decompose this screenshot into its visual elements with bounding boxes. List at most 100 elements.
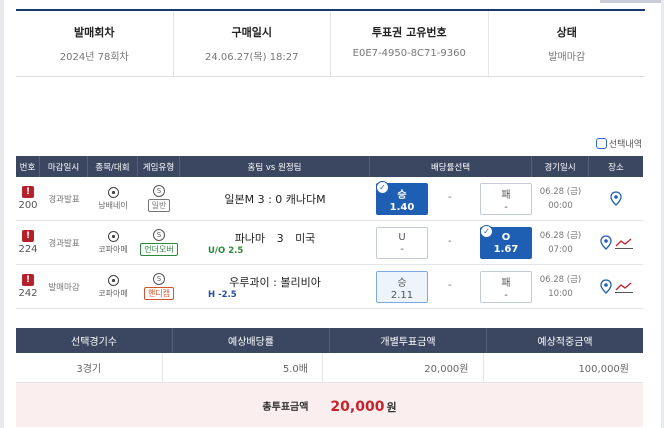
single-game-badge: S <box>153 185 165 197</box>
row-close-status: 경과발표 <box>48 238 80 249</box>
info-status-value: 발매마감 <box>548 52 586 63</box>
total-stake-unit: 원 <box>386 400 397 414</box>
row-close-status: 발매마감 <box>48 282 80 293</box>
selection-history-label: 선택내역 <box>608 140 642 150</box>
slip-detail-panel: 발매회차 2024년 78회차 구매일시 24.06.27(목) 18:27 투… <box>0 0 664 428</box>
summary-odds-value: 5.0배 <box>163 353 323 382</box>
away-team: 캐나다M <box>285 192 326 206</box>
match-score: 3 <box>276 231 284 245</box>
summary-odds-header: 예상배당률 <box>173 328 330 353</box>
row-league: 코파아메 <box>98 244 128 254</box>
row-close-cell: 경과발표 <box>40 221 88 264</box>
matchup: 일본M 3 : 0 캐나다M <box>224 191 325 207</box>
location-pin-icon[interactable] <box>599 235 612 250</box>
alert-icon: ! <box>22 230 34 242</box>
match-score: 3 : 0 <box>257 192 283 206</box>
alert-icon: ! <box>22 274 34 286</box>
summary-games-value: 3경기 <box>16 353 163 382</box>
check-icon: ✓ <box>480 225 493 238</box>
odds-option[interactable]: 승 1.40 ✓ <box>376 181 428 215</box>
summary-stake-header: 개별투표금액 <box>330 328 487 353</box>
row-sport-cell: 코파아메 <box>88 221 138 264</box>
col-close-time: 마감일시 <box>40 156 88 177</box>
match-date: 06.28 (금) <box>539 274 582 285</box>
odds-draw-empty: - <box>448 236 452 247</box>
handicap-line: U/O 2.5 <box>208 245 244 256</box>
away-team: 미국 <box>295 231 316 245</box>
game-type-badge: 핸디캡 <box>143 287 175 300</box>
row-number-cell: ! 200 <box>16 177 40 220</box>
volleyball-icon <box>107 186 119 198</box>
info-ticket-id: 투표권 고유번호 E0E7-4950-8C71-9360 <box>331 11 489 76</box>
game-table-header: 번호 마감일시 종목/대회 게임유형 홈팀 vs 원정팀 배당률선택 경기일시 … <box>16 156 643 177</box>
match-time: 10:00 <box>548 288 573 299</box>
total-stake-label: 총투표금액 <box>262 401 309 413</box>
info-purchase-header: 구매일시 <box>231 26 272 39</box>
odds-label: O <box>501 231 511 243</box>
odds-draw-empty: - <box>448 280 452 291</box>
row-number: 200 <box>18 200 38 211</box>
matchup: 파나마 3 미국 <box>235 230 316 246</box>
row-close-cell: 발매마감 <box>40 265 88 308</box>
row-game-type-cell: S 핸디캡 <box>138 265 180 308</box>
location-pin-icon[interactable] <box>610 191 622 206</box>
home-team: 우루과이 <box>229 275 270 289</box>
summary-payout-header: 예상적중금액 <box>537 337 593 348</box>
col-match-time: 경기일시 <box>532 156 589 177</box>
col-teams: 홈팀 vs 원정팀 <box>180 156 370 177</box>
odds-value: - <box>504 289 508 301</box>
location-pin-icon[interactable] <box>599 279 612 294</box>
odds-option[interactable]: 패- <box>480 183 532 215</box>
col-sport: 종목/대회 <box>88 156 138 177</box>
row-odds-cell: 승 2.11- 패 - <box>370 265 532 308</box>
odds-value: 2.11 <box>390 289 414 301</box>
info-round: 발매회차 2024년 78회차 <box>16 11 174 76</box>
soccer-ball-icon <box>107 274 119 286</box>
row-game-type-cell: S 일반 <box>138 177 180 220</box>
top-scroll-hint <box>600 0 664 3</box>
row-number-cell: ! 224 <box>16 221 40 264</box>
odds-option[interactable]: U- <box>376 227 428 259</box>
row-close-status: 경과발표 <box>48 194 80 205</box>
row-teams-cell: 파나마 3 미국 U/O 2.5 <box>180 221 370 264</box>
summary-stake-value: 20,000원 <box>323 353 484 382</box>
summary-payout-value: 100,000원 <box>578 364 629 375</box>
odds-option[interactable]: O 1.67 ✓ <box>480 225 532 259</box>
row-number: 224 <box>18 244 38 255</box>
odds-value: 1.40 <box>389 201 415 213</box>
selection-history-toggle[interactable]: 선택내역 <box>595 137 642 150</box>
odds-option[interactable]: 승 2.11 <box>376 271 428 303</box>
odds-option[interactable]: 패- <box>480 271 532 303</box>
home-team: 일본M <box>224 192 255 206</box>
left-divider <box>0 0 4 428</box>
row-sport-cell: 코파아메 <box>88 265 138 308</box>
row-game-type-cell: S 언더오버 <box>138 221 180 264</box>
game-table: 번호 마감일시 종목/대회 게임유형 홈팀 vs 원정팀 배당률선택 경기일시 … <box>16 156 643 309</box>
selection-history-checkbox[interactable] <box>595 138 607 149</box>
match-score: : <box>273 275 277 289</box>
matchup: 우루과이 : 볼리비아 <box>229 274 321 290</box>
alert-icon: ! <box>22 186 34 198</box>
trend-chart-icon[interactable] <box>614 237 633 249</box>
trend-chart-icon[interactable] <box>614 281 633 293</box>
match-time: 00:00 <box>548 200 573 211</box>
row-venue-cell <box>589 265 643 308</box>
check-icon: ✓ <box>376 181 389 194</box>
col-venue: 장소 <box>608 162 624 173</box>
total-stake-value: 20,000 <box>330 398 385 415</box>
summary-header: 선택경기수 예상배당률 개별투표금액 예상적중금액 <box>16 328 643 353</box>
info-status-header: 상태 <box>556 26 577 39</box>
match-time: 07:00 <box>548 244 573 255</box>
odds-value: - <box>504 201 508 213</box>
row-match-time-cell: 06.28 (금) 07:00 <box>532 221 589 264</box>
match-date: 06.28 (금) <box>539 186 582 197</box>
table-row: ! 200 경과발표 남배네이 S 일반 일본M 3 : 0 캐나다M 승 1.40 ✓ - 패 -06… <box>16 177 643 221</box>
single-game-badge: S <box>153 273 165 285</box>
soccer-ball-icon <box>107 230 119 242</box>
row-venue-cell <box>589 177 643 220</box>
odds-label: 패 <box>501 189 511 201</box>
info-status: 상태 발매마감 <box>489 11 646 76</box>
info-purchase-time: 구매일시 24.06.27(목) 18:27 <box>174 11 331 76</box>
info-round-value: 2024년 78회차 <box>59 52 129 63</box>
summary-games-header: 선택경기수 <box>16 328 173 353</box>
